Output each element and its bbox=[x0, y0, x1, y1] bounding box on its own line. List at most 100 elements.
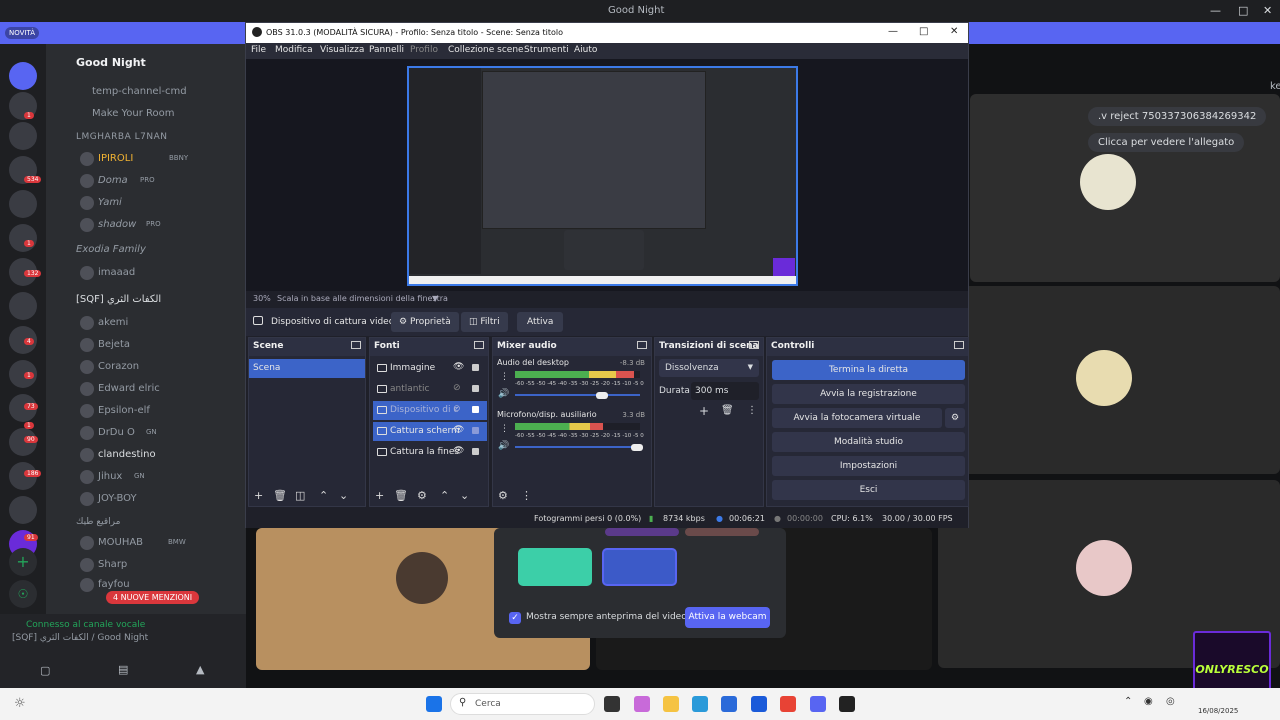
move-up-icon[interactable]: ⌃ bbox=[440, 489, 449, 502]
channel-item[interactable]: temp-channel-cmd bbox=[92, 86, 187, 97]
duration-input[interactable]: 300 ms bbox=[691, 382, 759, 400]
lock-icon[interactable] bbox=[472, 406, 479, 413]
menu-edit[interactable]: Modifica bbox=[275, 45, 313, 55]
move-down-icon[interactable]: ⌄ bbox=[460, 489, 469, 502]
kebab-icon[interactable]: ⋮ bbox=[521, 489, 532, 502]
chevron-down-icon[interactable]: ▼ bbox=[432, 294, 438, 303]
virtual-camera-settings-button[interactable]: ⚙ bbox=[945, 408, 965, 428]
enable-webcam-button[interactable]: Attiva la webcam bbox=[685, 607, 770, 628]
discord-icon[interactable] bbox=[810, 696, 826, 712]
menu-scene-collection[interactable]: Collezione scene bbox=[448, 45, 524, 55]
volume-slider[interactable] bbox=[515, 446, 640, 448]
volume-slider-handle[interactable] bbox=[631, 444, 643, 451]
server-icon[interactable] bbox=[9, 190, 37, 218]
member-name[interactable]: fayfou bbox=[98, 579, 130, 590]
widgets-icon[interactable]: ☼ bbox=[14, 696, 26, 711]
explore-icon[interactable]: ☉ bbox=[9, 580, 37, 608]
scene-filters-icon[interactable]: ◫ bbox=[295, 489, 305, 502]
menu-tools[interactable]: Strumenti bbox=[524, 45, 569, 55]
voice-channel[interactable]: LMGHARBA L7NAN bbox=[76, 132, 168, 142]
delete-transition-icon[interactable]: 🗑 bbox=[721, 405, 734, 416]
volume-slider-handle[interactable] bbox=[596, 392, 608, 399]
kebab-icon[interactable]: ⋮ bbox=[500, 424, 509, 434]
stop-stream-button[interactable]: Termina la diretta bbox=[772, 360, 965, 380]
scene-item[interactable]: Scena bbox=[249, 359, 365, 378]
outlook-icon[interactable] bbox=[751, 696, 767, 712]
server-icon[interactable] bbox=[9, 224, 37, 252]
server-name[interactable]: Good Night bbox=[76, 56, 146, 69]
member-name[interactable]: Sharp bbox=[98, 559, 127, 570]
source-item[interactable]: Immagine 👁 bbox=[373, 359, 487, 378]
undock-icon[interactable] bbox=[351, 341, 361, 349]
voice-channel[interactable]: Exodia Family bbox=[76, 244, 146, 255]
lock-icon[interactable] bbox=[472, 385, 479, 392]
chevron-up-icon[interactable]: ⌃ bbox=[1124, 696, 1132, 707]
menu-help[interactable]: Aiuto bbox=[574, 45, 597, 55]
always-preview-checkbox[interactable]: ✓ bbox=[509, 612, 521, 624]
source-item[interactable]: Cattura scherm 👁 bbox=[373, 422, 487, 441]
exit-button[interactable]: Esci bbox=[772, 480, 965, 500]
background-thumb-selected[interactable] bbox=[602, 548, 677, 586]
server-icon[interactable] bbox=[9, 496, 37, 524]
eye-hidden-icon[interactable]: ⊘ bbox=[453, 404, 461, 414]
start-recording-button[interactable]: Avvia la registrazione bbox=[772, 384, 965, 404]
member-name[interactable]: imaaad bbox=[98, 267, 135, 278]
member-name[interactable]: clandestino bbox=[98, 449, 156, 460]
gear-icon[interactable]: ⚙ bbox=[417, 489, 427, 502]
delete-source-icon[interactable]: 🗑 bbox=[394, 489, 408, 502]
server-icon[interactable] bbox=[9, 122, 37, 150]
screen-share-icon[interactable]: ▤ bbox=[118, 663, 128, 676]
filters-button[interactable]: ◫ Filtri bbox=[461, 312, 508, 332]
add-server-icon[interactable]: + bbox=[9, 548, 37, 576]
move-down-icon[interactable]: ⌄ bbox=[339, 489, 348, 502]
background-thumb[interactable] bbox=[605, 528, 679, 536]
lock-icon[interactable] bbox=[472, 364, 479, 371]
menu-view[interactable]: Visualizza bbox=[320, 45, 364, 55]
member-name[interactable]: Yami bbox=[98, 197, 122, 208]
lock-icon[interactable] bbox=[472, 448, 479, 455]
background-thumb[interactable] bbox=[518, 548, 592, 586]
eye-icon[interactable]: 👁 bbox=[453, 425, 464, 435]
undock-icon[interactable] bbox=[749, 341, 759, 349]
channel-item[interactable]: Make Your Room bbox=[92, 108, 175, 119]
add-scene-icon[interactable]: + bbox=[254, 489, 263, 502]
settings-button[interactable]: Impostazioni bbox=[772, 456, 965, 476]
server-icon[interactable] bbox=[9, 292, 37, 320]
voice-channel-active[interactable]: [SQF] الكفات الثري bbox=[76, 294, 161, 305]
voice-channel[interactable]: مراقيع طيك bbox=[76, 517, 120, 527]
source-item[interactable]: Cattura la fines 👁 bbox=[373, 443, 487, 462]
member-name[interactable]: DrDu O bbox=[98, 427, 135, 438]
gear-icon[interactable]: ⚙ bbox=[498, 489, 508, 502]
move-up-icon[interactable]: ⌃ bbox=[319, 489, 328, 502]
member-name[interactable]: MOUHAB bbox=[98, 537, 143, 548]
activate-button[interactable]: Attiva bbox=[517, 312, 564, 332]
kebab-icon[interactable]: ⋮ bbox=[500, 372, 509, 382]
network-icon[interactable]: ◉ bbox=[1144, 696, 1153, 707]
minimize-icon[interactable]: — bbox=[1210, 4, 1221, 17]
explorer-icon[interactable] bbox=[663, 696, 679, 712]
date[interactable]: 16/08/2025 bbox=[1198, 707, 1238, 715]
member-name[interactable]: Epsilon-elf bbox=[98, 405, 150, 416]
obs-icon[interactable] bbox=[839, 696, 855, 712]
menu-docks[interactable]: Pannelli bbox=[369, 45, 404, 55]
background-thumb[interactable] bbox=[685, 528, 759, 536]
microphone-icon[interactable]: ◎ bbox=[1166, 696, 1175, 707]
undock-icon[interactable] bbox=[474, 341, 484, 349]
chrome-icon[interactable] bbox=[780, 696, 796, 712]
close-icon[interactable]: ✕ bbox=[1263, 4, 1272, 17]
source-item-selected[interactable]: Dispositivo di c ⊘ bbox=[373, 401, 487, 420]
minimize-icon[interactable]: — bbox=[888, 26, 898, 37]
member-name[interactable]: IPIROLI bbox=[98, 153, 133, 164]
obs-preview[interactable] bbox=[246, 59, 968, 291]
search-input[interactable]: Cerca bbox=[450, 693, 595, 715]
add-source-icon[interactable]: + bbox=[375, 489, 384, 502]
member-name[interactable]: shadow bbox=[98, 219, 136, 230]
member-name[interactable]: Edward elric bbox=[98, 383, 160, 394]
member-name[interactable]: Jihux bbox=[98, 471, 122, 482]
volume-slider[interactable] bbox=[515, 394, 640, 396]
menu-profile[interactable]: Profilo bbox=[410, 45, 438, 55]
properties-button[interactable]: ⚙ Proprietà bbox=[391, 312, 459, 332]
menu-file[interactable]: File bbox=[251, 45, 266, 55]
member-name[interactable]: Corazon bbox=[98, 361, 139, 372]
speaker-icon[interactable]: 🔊 bbox=[498, 441, 509, 451]
